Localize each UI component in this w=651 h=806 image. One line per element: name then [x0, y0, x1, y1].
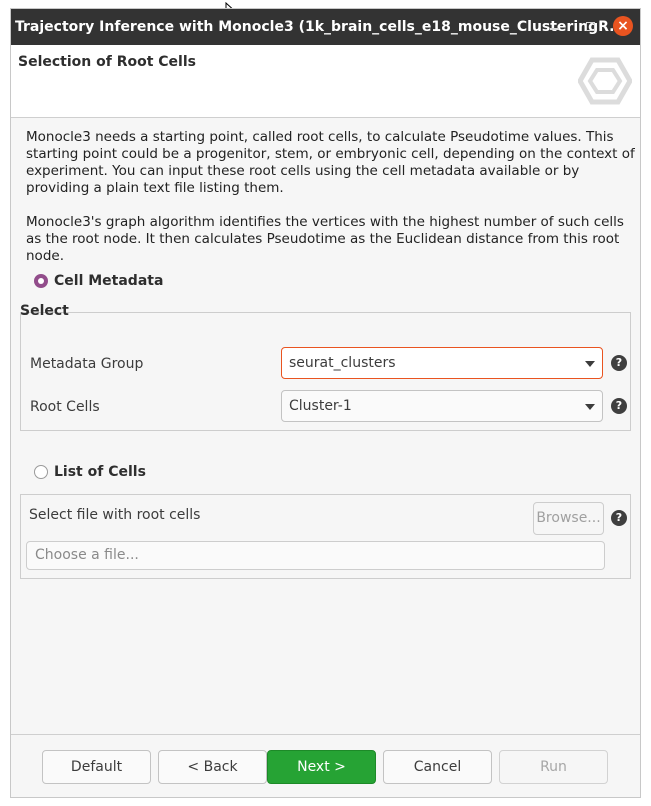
back-button[interactable]: < Back	[158, 750, 267, 784]
cell-metadata-label: Cell Metadata	[54, 273, 164, 289]
metadata-group-label: Metadata Group	[30, 356, 144, 372]
close-button[interactable]: ×	[613, 16, 633, 36]
wizard-header: Selection of Root Cells	[11, 45, 640, 118]
description-paragraph-1: Monocle3 needs a starting point, called …	[26, 129, 635, 196]
cell-metadata-radio[interactable]	[34, 274, 48, 288]
chevron-down-icon	[585, 404, 595, 410]
list-of-cells-radio[interactable]	[34, 465, 48, 479]
hexagon-logo-icon	[578, 57, 632, 105]
button-bar: Default < Back Next > Cancel Run	[11, 734, 640, 797]
root-cells-help-icon[interactable]: ?	[611, 398, 627, 414]
root-cells-dropdown[interactable]: Cluster-1	[281, 390, 603, 422]
select-group-title: Select	[20, 303, 69, 319]
window-title: Trajectory Inference with Monocle3 (1k_b…	[15, 19, 626, 35]
description: Monocle3 needs a starting point, called …	[26, 129, 638, 282]
file-path-input[interactable]: Choose a file...	[26, 541, 605, 570]
list-of-cells-label: List of Cells	[54, 464, 146, 480]
metadata-group-help-icon[interactable]: ?	[611, 355, 627, 371]
page-title: Selection of Root Cells	[18, 54, 196, 70]
run-button[interactable]: Run	[499, 750, 608, 784]
dialog-window: Trajectory Inference with Monocle3 (1k_b…	[10, 8, 641, 798]
minimize-icon[interactable]	[545, 17, 565, 37]
default-button[interactable]: Default	[42, 750, 151, 784]
select-file-label: Select file with root cells	[29, 507, 201, 523]
cancel-button[interactable]: Cancel	[383, 750, 492, 784]
file-help-icon[interactable]: ?	[611, 510, 627, 526]
root-cells-value: Cluster-1	[289, 398, 352, 414]
next-button[interactable]: Next >	[267, 750, 376, 784]
metadata-group-dropdown[interactable]: seurat_clusters	[281, 347, 603, 379]
root-cells-label: Root Cells	[30, 399, 100, 415]
cell-metadata-radio-option[interactable]: Cell Metadata	[34, 271, 163, 291]
title-bar[interactable]: Trajectory Inference with Monocle3 (1k_b…	[11, 9, 640, 45]
maximize-icon[interactable]	[581, 17, 601, 37]
metadata-group-value: seurat_clusters	[289, 355, 396, 371]
list-of-cells-radio-option[interactable]: List of Cells	[34, 462, 146, 482]
description-paragraph-2: Monocle3's graph algorithm identifies th…	[26, 214, 624, 264]
chevron-down-icon	[585, 361, 595, 367]
browse-button[interactable]: Browse...	[533, 502, 604, 535]
